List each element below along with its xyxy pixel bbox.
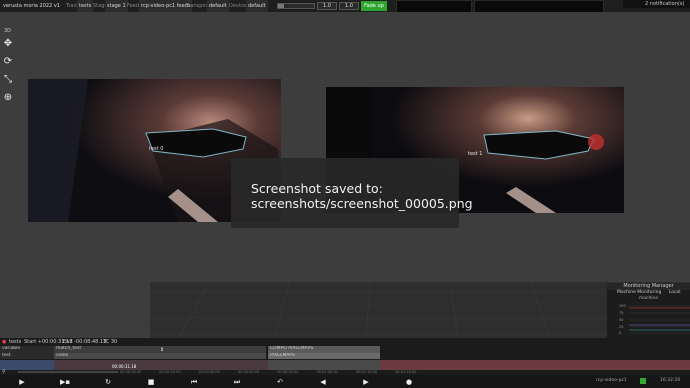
play-icon[interactable]: ▶ bbox=[17, 377, 27, 387]
timeline-record-icon[interactable]: ● bbox=[2, 338, 6, 346]
feed-label: Feed bbox=[127, 3, 139, 9]
clip-pixelmaps[interactable]: PIXELMAPS bbox=[268, 353, 380, 359]
monitoring-graph: 100 75 50 25 0 bbox=[619, 304, 690, 335]
graph-y-label: 25 bbox=[619, 325, 623, 329]
devices-select[interactable]: default bbox=[246, 0, 268, 12]
3d-viewport[interactable]: test 0 test 1 3D ✥ ⟳ ⤡ ⊕ Screenshot save… bbox=[0, 12, 690, 338]
time-cursor: 00:00:31.18 bbox=[112, 364, 137, 369]
graph-y-label: 50 bbox=[619, 318, 623, 322]
monitoring-title: Monitoring Manager bbox=[607, 283, 690, 290]
project-title: verusta moria 2022 v1 bbox=[3, 3, 60, 9]
graph-y-label: 0 bbox=[619, 331, 621, 335]
back-icon[interactable]: ◀ bbox=[318, 377, 328, 387]
rotate-icon[interactable]: ⟳ bbox=[1, 54, 15, 68]
toast-line-1: Screenshot saved to: bbox=[251, 181, 383, 196]
slider-1-value[interactable]: 1.0 bbox=[317, 2, 337, 10]
tab-machine-monitoring[interactable]: Machine Monitoring bbox=[607, 290, 661, 295]
track-value-test[interactable]: video bbox=[54, 353, 266, 359]
undo-icon[interactable]: ↶ bbox=[275, 377, 285, 387]
tab-local[interactable]: Local bbox=[663, 290, 681, 295]
transport-label: Transport bbox=[186, 3, 210, 9]
forward-icon[interactable]: ▶ bbox=[361, 377, 371, 387]
timeline-ruler[interactable]: 00:00:31.18 bbox=[0, 360, 690, 370]
monitoring-column: machine bbox=[638, 296, 659, 301]
timeline-playhead-icon[interactable]: ⇕ bbox=[160, 347, 164, 353]
screenshot-toast: Screenshot saved to: screenshots/screens… bbox=[231, 158, 473, 228]
move-arrows-icon[interactable]: ✥ bbox=[1, 36, 15, 50]
viewport-toolbar: 3D ✥ ⟳ ⤡ ⊕ bbox=[1, 28, 17, 108]
monitoring-panel: Monitoring Manager Machine Monitoring Lo… bbox=[607, 283, 690, 339]
transport-select[interactable]: default bbox=[207, 0, 229, 12]
globe-icon[interactable]: ⊕ bbox=[1, 90, 15, 104]
slider-2-value[interactable]: 1.0 bbox=[339, 2, 359, 10]
track-label-variable[interactable]: variable bbox=[0, 346, 54, 353]
transport-bar: ▶ ▶▪ ↻ ■ ⏮ ⏭ ↶ ◀ ▶ ● rcp-video-pc1 16:32… bbox=[0, 375, 690, 388]
timeline-end: End -00:08:48.13 bbox=[63, 339, 107, 345]
record-icon[interactable]: ● bbox=[404, 377, 414, 387]
video-left-label: test 0 bbox=[149, 146, 164, 152]
play-selection-icon[interactable]: ▶▪ bbox=[60, 377, 70, 387]
ruler-segment-grey bbox=[268, 360, 380, 370]
notifications-badge[interactable]: 2 notification(s) bbox=[623, 0, 690, 8]
ruler-segment-red bbox=[380, 360, 690, 370]
next-marker-icon[interactable]: ⏭ bbox=[232, 377, 242, 387]
track-select[interactable]: tests bbox=[77, 0, 94, 12]
stage-select[interactable]: stage 1 bbox=[105, 0, 128, 12]
graph-y-label: 100 bbox=[619, 304, 626, 308]
3d-mode-label: 3D bbox=[4, 28, 12, 34]
timeline-header: ● tests Start +00:00:31.17 End -00:08:48… bbox=[0, 338, 690, 346]
clip-compo-pixelmaps[interactable]: COMPO PIXELMAPS bbox=[268, 346, 380, 353]
fade-up-button[interactable]: Fade up bbox=[361, 1, 387, 11]
machine-name: rcp-video-pc1 bbox=[596, 378, 627, 383]
zoom-slider[interactable] bbox=[18, 371, 118, 373]
video-right-label: test 1 bbox=[468, 151, 483, 157]
status-indicator bbox=[640, 378, 646, 384]
timeline-tab[interactable]: tests bbox=[9, 338, 21, 346]
ruler-ticks: 00:00:10.00 00:00:20.00 00:00:30.00 00:00:4… bbox=[120, 370, 417, 374]
clock: 16:32:20 bbox=[660, 378, 681, 383]
ruler-segment bbox=[54, 360, 268, 370]
master-slider-1[interactable] bbox=[277, 3, 315, 9]
stop-icon[interactable]: ■ bbox=[146, 377, 156, 387]
scale-icon[interactable]: ⤡ bbox=[1, 72, 15, 86]
ruler-segment-blue bbox=[0, 360, 54, 370]
graph-y-label: 75 bbox=[619, 311, 623, 315]
toast-line-2: screenshots/screenshot_00005.png bbox=[251, 196, 473, 211]
feed-select[interactable]: rcp-video-pc1 feeds bbox=[139, 0, 193, 12]
slider-knob[interactable] bbox=[278, 4, 284, 8]
timeline-tc: TC 30 bbox=[103, 339, 118, 345]
track-label-test[interactable]: test bbox=[0, 353, 54, 359]
previous-marker-icon[interactable]: ⏮ bbox=[189, 377, 199, 387]
loop-icon[interactable]: ↻ bbox=[103, 377, 113, 387]
